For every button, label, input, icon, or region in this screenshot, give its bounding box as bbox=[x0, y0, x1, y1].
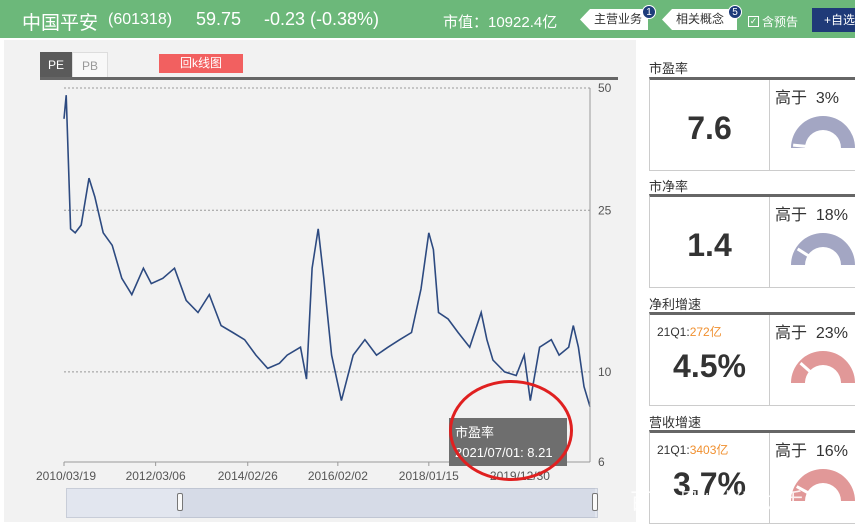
x-tick-label: 2014/02/26 bbox=[218, 469, 278, 483]
stat-title-pb: 市净率 bbox=[649, 179, 689, 194]
y-tick-label: 6 bbox=[598, 455, 605, 469]
price-change: -0.23 (-0.38%) bbox=[264, 9, 380, 29]
main-business-count-badge: 1 bbox=[642, 5, 656, 19]
forecast-label: 含预告 bbox=[762, 15, 799, 29]
stat-value-pb: 1.4 bbox=[687, 227, 732, 263]
stock-name: 中国平安 bbox=[22, 13, 99, 34]
stat-divider bbox=[769, 315, 770, 405]
y-tick-label: 25 bbox=[598, 203, 612, 217]
rank-label: 高于 bbox=[775, 207, 808, 224]
pe-series-line bbox=[63, 95, 591, 407]
stat-value-pe: 7.6 bbox=[687, 110, 732, 146]
y-tick-label: 50 bbox=[598, 81, 612, 95]
y-axis-ticks: 50 25 10 6 bbox=[598, 81, 612, 469]
stat-rank-pb: 高于 18% bbox=[775, 201, 848, 225]
highlight-circle bbox=[449, 380, 573, 481]
main-business-button[interactable]: 主营业务 bbox=[580, 9, 648, 30]
add-watchlist-button[interactable]: +自选 bbox=[812, 8, 855, 32]
sub-value: 3403亿 bbox=[689, 443, 729, 457]
valuation-chart-panel: PE PB 回k线图 50 25 10 6 2010/03/19 2012/03/06 2… bbox=[4, 40, 636, 522]
related-concepts-button[interactable]: 相关概念 bbox=[662, 9, 737, 30]
rank-label: 高于 bbox=[775, 90, 808, 107]
related-concepts-count-badge: 5 bbox=[728, 5, 742, 19]
stat-rank-pe: 高于 3% bbox=[775, 84, 839, 108]
watermark: 百家号/财经助手 bbox=[630, 489, 807, 514]
rank-value: 23% bbox=[815, 325, 848, 342]
sub-value: 272亿 bbox=[689, 325, 722, 339]
gauge-arc bbox=[791, 116, 855, 148]
gauge-icon bbox=[791, 116, 855, 150]
gauge-arc bbox=[791, 233, 855, 265]
stat-rank-profit-growth: 高于 23% bbox=[775, 319, 848, 343]
market-cap: 市值：10922.4亿 bbox=[443, 14, 558, 31]
stat-card-profit-growth[interactable]: 21Q1:272亿 4.5% 高于 23% bbox=[649, 312, 855, 406]
forecast-toggle[interactable]: ✓ 含预告 bbox=[748, 13, 798, 30]
stat-title-pe: 市盈率 bbox=[649, 61, 689, 76]
stat-card-pe[interactable]: 7.6 高于 3% bbox=[649, 77, 855, 171]
stat-title-revenue-growth: 营收增速 bbox=[649, 415, 702, 430]
stat-divider bbox=[769, 80, 770, 170]
gauge-arc bbox=[791, 351, 855, 383]
x-tick-label: 2016/02/02 bbox=[308, 469, 368, 483]
gauge-icon bbox=[791, 233, 855, 267]
x-tick-label: 2018/01/15 bbox=[399, 469, 459, 483]
sub-label: 21Q1: bbox=[657, 325, 690, 339]
stock-header: 中国平安 (601318) 59.75 -0.23 (-0.38%) 市值：10… bbox=[0, 0, 855, 38]
stock-code: (601318) bbox=[108, 11, 173, 28]
stock-price: 59.75 bbox=[196, 9, 242, 29]
time-range-selection[interactable] bbox=[180, 488, 595, 518]
stat-sub-profit: 21Q1:272亿 bbox=[657, 323, 722, 340]
x-tick-label: 2010/03/19 bbox=[36, 469, 96, 483]
forecast-checkbox[interactable]: ✓ bbox=[748, 16, 759, 27]
range-handle-right[interactable] bbox=[592, 493, 598, 511]
rank-value: 3% bbox=[815, 90, 840, 107]
stat-title-profit-growth: 净利增速 bbox=[649, 297, 702, 312]
rank-value: 18% bbox=[815, 207, 848, 224]
gauge-icon bbox=[791, 351, 855, 385]
rank-label: 高于 bbox=[775, 325, 808, 342]
stat-sub-revenue: 21Q1:3403亿 bbox=[657, 441, 728, 458]
stat-value-profit-growth: 4.5% bbox=[673, 348, 746, 384]
range-handle-left[interactable] bbox=[177, 493, 183, 511]
sub-label: 21Q1: bbox=[657, 443, 690, 457]
stat-divider bbox=[769, 197, 770, 287]
stat-card-pb[interactable]: 1.4 高于 18% bbox=[649, 194, 855, 288]
rank-value: 16% bbox=[815, 443, 848, 460]
x-tick-label: 2012/03/06 bbox=[126, 469, 186, 483]
y-tick-label: 10 bbox=[598, 365, 612, 379]
rank-label: 高于 bbox=[775, 443, 808, 460]
stat-rank-revenue-growth: 高于 16% bbox=[775, 437, 848, 461]
